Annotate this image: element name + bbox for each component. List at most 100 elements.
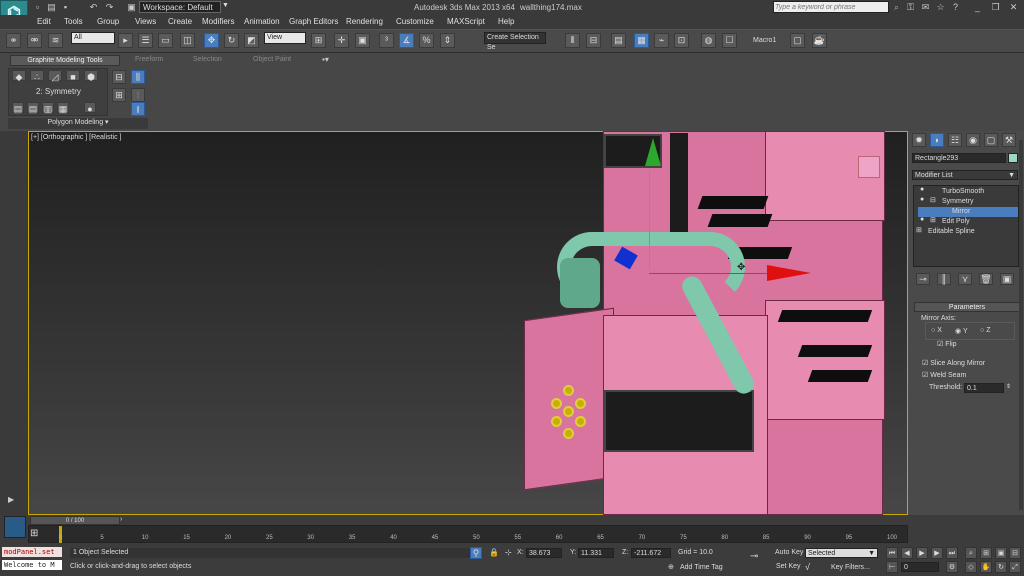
new-file-icon[interactable]: ▫ [32,2,43,13]
zoom-extents-icon[interactable]: ▣ [995,547,1007,559]
remove-modifier-icon[interactable]: 🗑 [979,273,993,285]
y-coordinate-field[interactable]: 11.331 [578,548,614,558]
percent-snap-icon[interactable]: % [419,33,434,48]
hierarchy-tab-icon[interactable]: ☷ [948,133,962,147]
menu-group[interactable]: Group [97,17,119,26]
expand-plus-icon[interactable]: ⊞ [916,226,922,234]
tab-object-paint[interactable]: Object Paint [253,56,291,63]
next-frame-icon[interactable]: ▶ [931,547,943,559]
maxscript-listener-line[interactable]: modPanel.set [2,547,62,557]
menu-edit[interactable]: Edit [37,17,51,26]
set-key-icon[interactable]: ⊸ [750,551,758,562]
polygon-icon[interactable]: ■ [66,70,80,82]
go-to-start-icon[interactable]: ⏮ [886,547,898,559]
play-icon[interactable]: ▶ [916,547,928,559]
tab-freeform[interactable]: Freeform [135,56,163,63]
axis-x-radio[interactable]: ○ X [931,327,942,334]
next-modifier-icon[interactable]: ▤ [27,102,39,114]
gizmo-y-arrow-icon[interactable] [645,138,661,166]
select-move-icon[interactable]: ✥ [204,33,219,48]
visibility-bulb-icon[interactable]: ● [920,196,924,203]
maxscript-output-line[interactable]: Welcome to M [2,560,62,570]
key-filter-set-dropdown[interactable]: Selected ▼ [805,548,878,558]
render-setup-icon[interactable]: ☐ [722,33,737,48]
render-teapot-icon[interactable]: ☕ [812,33,827,48]
reference-coordinate-dropdown[interactable]: View [264,32,306,44]
cut-icon[interactable]: ⫶ [131,88,145,102]
menu-animation[interactable]: Animation [244,17,280,26]
menu-modifiers[interactable]: Modifiers [202,17,234,26]
minimize-icon[interactable]: _ [972,2,983,13]
select-manipulate-icon[interactable]: ✛ [334,33,349,48]
weld-seam-checkbox[interactable]: ☑ Weld Seam [922,371,966,379]
menu-create[interactable]: Create [168,17,192,26]
axis-y-radio[interactable]: ◉ Y [955,327,968,335]
select-object-icon[interactable]: ▸ [118,33,133,48]
make-unique-icon[interactable]: ⋎ [958,273,972,285]
show-end-result-icon[interactable]: ● [84,102,96,114]
undo-icon[interactable]: ↶ [88,2,99,13]
menu-tools[interactable]: Tools [64,17,83,26]
key-filters-button[interactable]: Key Filters... [831,564,870,571]
select-link-icon[interactable]: ⚭ [6,33,21,48]
slice-along-mirror-checkbox[interactable]: ☑ Slice Along Mirror [922,359,985,367]
object-name-field[interactable]: Rectangle293 [912,153,1006,163]
threshold-spinner[interactable]: 0.1 [964,383,1004,393]
preserve-uvs-icon[interactable]: ▥ [42,102,54,114]
tab-selection[interactable]: Selection [193,56,222,63]
time-configuration-icon[interactable]: ⚙ [946,561,958,573]
snaps-toggle-icon[interactable]: ³ [379,33,394,48]
object-color-swatch[interactable] [1008,153,1018,163]
isolate-selection-icon[interactable]: ⚲ [470,547,482,559]
zoom-icon[interactable]: ⌕ [965,547,977,559]
angle-snap-icon[interactable]: ∡ [399,33,414,48]
communication-icon[interactable]: ✉ [920,2,931,13]
pan-icon[interactable]: ✋ [980,561,992,573]
spinner-arrows-icon[interactable]: ⇕ [1006,383,1011,390]
time-slider-next-icon[interactable]: › [120,516,122,523]
z-coordinate-field[interactable]: -211.672 [631,548,671,558]
close-icon[interactable]: ✕ [1008,2,1019,13]
display-tab-icon[interactable]: ▢ [984,133,998,147]
rendered-frame-icon[interactable]: ▢ [790,33,805,48]
flip-checkbox[interactable]: ☑ Flip [937,340,957,348]
create-tab-icon[interactable]: ✹ [912,133,926,147]
menu-rendering[interactable]: Rendering [346,17,383,26]
axis-z-radio[interactable]: ○ Z [980,327,990,334]
show-end-result-toggle-icon[interactable]: ║ [937,273,951,285]
selection-lock-icon[interactable]: 🔒 [489,548,499,557]
previous-frame-icon[interactable]: ◀ [901,547,913,559]
go-to-end-icon[interactable]: ⏭ [946,547,958,559]
macro-button[interactable]: Macro1 [753,37,776,44]
mini-listener-icon[interactable] [4,516,26,538]
expand-panel-icon[interactable]: ▶ [8,495,14,504]
subscription-icon[interactable]: ⚿ [905,2,916,13]
zoom-extents-all-icon[interactable]: ⊟ [1009,547,1021,559]
motion-tab-icon[interactable]: ◉ [966,133,980,147]
stack-item-editable-spline[interactable]: Editable Spline [916,227,1018,237]
search-input[interactable] [775,2,887,12]
menu-views[interactable]: Views [135,17,156,26]
pivot-center-icon[interactable]: ⊞ [311,33,326,48]
vertex-icon[interactable]: ∴ [30,70,44,82]
mirror-icon[interactable]: ⫴ [565,33,580,48]
set-key-button[interactable]: Set Key [776,563,801,570]
graphite-toggle-icon[interactable]: ▦ [634,33,649,48]
key-mode-toggle-icon[interactable]: ⊢ [886,561,898,573]
search-icon[interactable]: ⌕ [891,2,902,13]
select-rotate-icon[interactable]: ↻ [224,33,239,48]
tab-graphite-modeling-tools[interactable]: Graphite Modeling Tools [10,55,120,66]
auto-key-button[interactable]: Auto Key [775,549,803,556]
modifier-list-dropdown[interactable]: Modifier List ▼ [912,170,1018,180]
material-editor-icon[interactable]: ◍ [701,33,716,48]
open-curve-editor-icon[interactable]: ⊞ [30,528,38,539]
visibility-bulb-icon[interactable]: ● [920,186,924,193]
add-time-tag-icon[interactable]: ⊕ [668,563,674,571]
layer-manager-icon[interactable]: ▤ [611,33,626,48]
collapse-minus-icon[interactable]: ⊟ [930,196,936,204]
restore-icon[interactable]: ❐ [990,2,1001,13]
nurms-icon[interactable]: ⫼ [131,70,145,84]
rectangular-selection-icon[interactable]: ▭ [158,33,173,48]
modify-mode-icon[interactable]: ◆ [12,70,26,82]
gizmo-x-axis[interactable] [649,273,769,274]
